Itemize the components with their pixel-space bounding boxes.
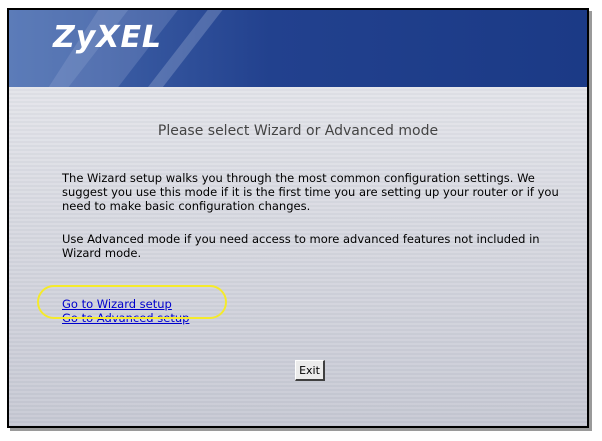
highlight-circle bbox=[37, 285, 227, 319]
zyxel-logo: ZyXEL bbox=[53, 20, 163, 55]
app-window: ZyXEL Please select Wizard or Advanced m… bbox=[7, 8, 589, 428]
exit-button[interactable]: Exit bbox=[295, 360, 325, 381]
main-content: Please select Wizard or Advanced mode Th… bbox=[9, 87, 587, 426]
advanced-description: Use Advanced mode if you need access to … bbox=[62, 232, 540, 260]
page-title: Please select Wizard or Advanced mode bbox=[157, 123, 439, 139]
wizard-description: The Wizard setup walks you through the m… bbox=[62, 171, 559, 213]
header-banner: ZyXEL bbox=[9, 10, 587, 87]
